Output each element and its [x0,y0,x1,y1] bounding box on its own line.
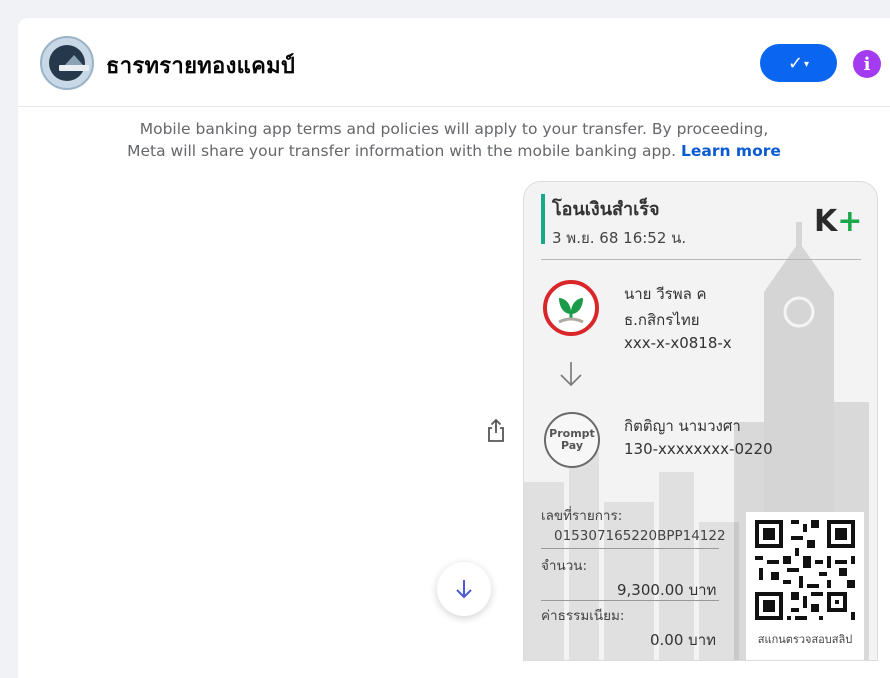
qr-caption: สแกนตรวจสอบสลิป [746,628,864,660]
checkmark-icon: ✓ [787,52,804,74]
recipient-account: 130-xxxxxxxx-0220 [624,440,773,458]
arrow-down-icon [456,580,472,599]
chevron-down-icon: ▾ [804,58,810,70]
amount-divider [541,600,719,601]
reference-number: 015307165220BPP14122 [554,528,726,544]
transfer-datetime: 3 พ.ย. 68 16:52 น. [552,229,687,247]
qr-code-icon [746,512,864,628]
sender-account: xxx-x-x0818-x [624,334,732,352]
share-icon[interactable] [486,418,506,444]
promptpay-logo-icon: Prompt Pay [544,412,600,468]
notice-line-1: Mobile banking app terms and policies wi… [139,120,769,138]
page-title[interactable]: ธารทรายทองแคมป์ [106,48,295,83]
sender-bank: ธ.กสิกรไทย [624,311,700,329]
options-dropdown-button[interactable]: ✓ ▾ [760,44,837,82]
transfer-slip-image[interactable]: โอนเงินสำเร็จ 3 พ.ย. 68 16:52 น. K+ นาย … [523,181,878,661]
chat-header: ธารทรายทองแคมป์ ✓ ▾ i [18,18,890,107]
sender-name: นาย วีรพล ค [624,285,707,303]
notice-line-2: Meta will share your transfer informatio… [127,142,781,160]
reference-divider [541,548,719,549]
status-accent-bar [541,194,545,244]
learn-more-link[interactable]: Learn more [681,142,781,160]
amount-value: 9,300.00 บาท [617,581,717,599]
recipient-name: กิตติญา นามวงศา [624,417,741,435]
amount-label: จำนวน: [541,558,588,574]
transfer-status: โอนเงินสำเร็จ [552,199,660,220]
info-icon[interactable]: i [853,50,881,78]
reference-label: เลขที่รายการ: [541,508,623,524]
kplus-logo: K+ [814,204,863,239]
banking-notice: Mobile banking app terms and policies wi… [18,118,890,162]
fee-value: 0.00 บาท [650,631,716,649]
kbank-logo-icon [543,280,599,336]
avatar-logo [49,45,89,81]
chat-panel: ธารทรายทองแคมป์ ✓ ▾ i Mobile banking app … [18,18,890,678]
slip-divider [541,259,861,260]
scroll-to-bottom-button[interactable] [437,562,491,616]
avatar[interactable] [40,36,94,90]
fee-label: ค่าธรรมเนียม: [541,608,625,624]
arrow-down-icon [560,362,582,387]
